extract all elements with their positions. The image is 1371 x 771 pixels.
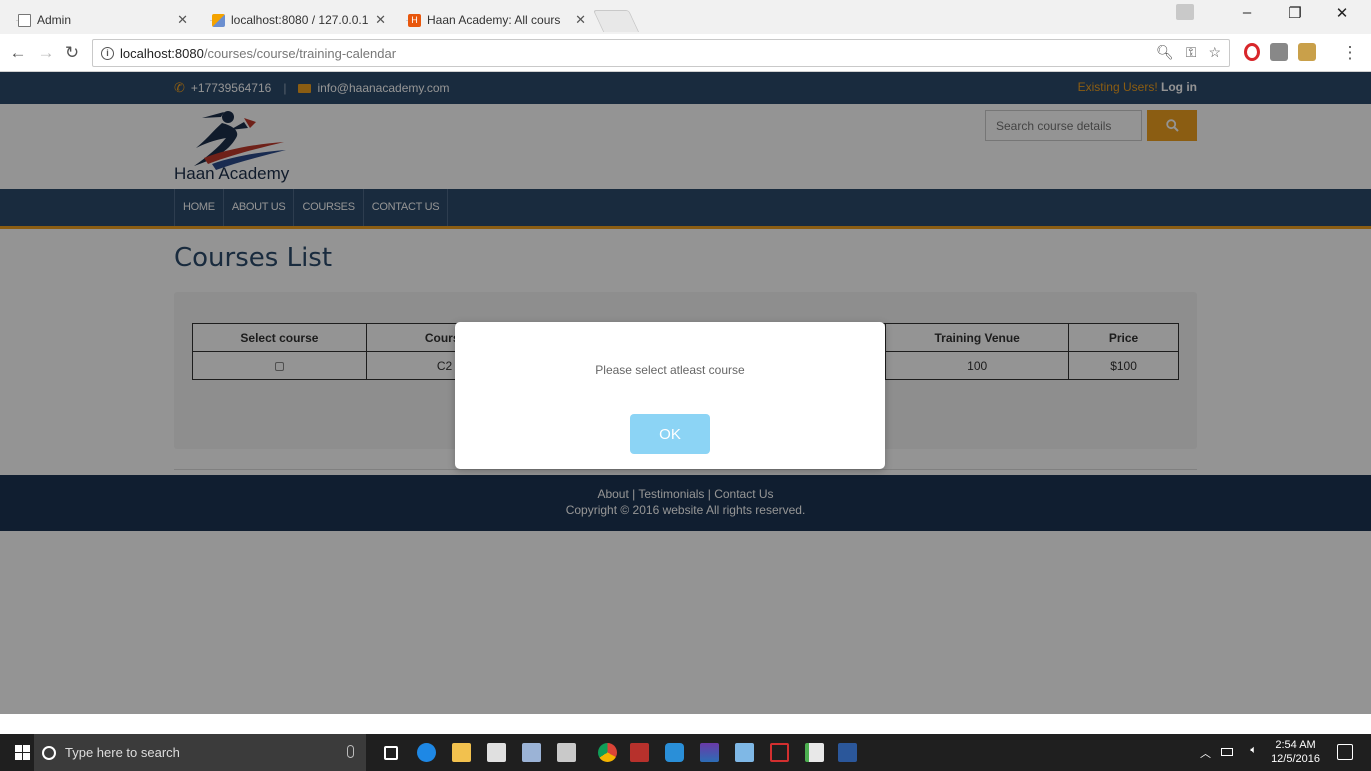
windows-taskbar: Type here to search ︿ 🔈︎ 2:54 AM 12/5/20… — [0, 734, 1371, 771]
store-icon[interactable] — [487, 743, 506, 762]
snipping-tool-icon[interactable] — [557, 743, 576, 762]
tab-haan-academy[interactable]: H Haan Academy: All cours ✕ — [392, 6, 596, 34]
winrar-icon[interactable] — [700, 743, 719, 762]
battery-icon[interactable] — [1221, 748, 1233, 756]
url-host: localhost:8080 — [120, 45, 204, 61]
close-icon[interactable]: ✕ — [575, 12, 586, 28]
phpmyadmin-icon — [212, 13, 225, 27]
chevron-up-icon[interactable]: ︿ — [1200, 745, 1211, 761]
close-window-icon[interactable]: ✕ — [1327, 4, 1357, 22]
browser-tabbar: Admin ✕ localhost:8080 / 127.0.0.1 ✕ H H… — [0, 0, 1371, 34]
taskbar-search-placeholder: Type here to search — [65, 745, 180, 760]
edge-icon[interactable] — [417, 743, 436, 762]
tab-title: Admin — [37, 13, 72, 27]
teamviewer-icon[interactable] — [665, 743, 684, 762]
notepad-icon[interactable] — [735, 743, 754, 762]
close-icon[interactable]: ✕ — [375, 12, 386, 28]
forward-icon[interactable]: → — [36, 43, 56, 63]
extension-icon[interactable] — [1298, 43, 1316, 61]
cortana-icon — [42, 745, 56, 760]
profile-icon[interactable] — [1176, 4, 1194, 20]
page-icon — [18, 13, 31, 27]
chrome-icon[interactable] — [598, 743, 617, 762]
ok-button[interactable]: OK — [630, 414, 710, 454]
zoom-icon[interactable]: 🔍︎ — [1156, 44, 1174, 61]
paint-icon[interactable] — [522, 743, 541, 762]
microphone-icon[interactable] — [347, 745, 354, 758]
opera-icon[interactable] — [1244, 43, 1260, 61]
bookmark-star-icon[interactable]: ☆ — [1208, 44, 1221, 61]
alert-message: Please select atleast course — [595, 363, 745, 377]
windows-start-icon[interactable] — [15, 745, 30, 760]
new-tab-button[interactable] — [592, 10, 640, 32]
editor-icon[interactable] — [805, 743, 824, 762]
menu-dots-icon[interactable]: ⋮ — [1340, 43, 1360, 63]
info-icon[interactable]: i — [101, 46, 114, 60]
extension-icon[interactable] — [1270, 43, 1288, 61]
filezilla-icon[interactable] — [630, 743, 649, 762]
task-view-icon[interactable] — [384, 746, 398, 760]
restore-icon[interactable]: ❐ — [1280, 4, 1310, 22]
address-bar[interactable]: i localhost:8080/courses/course/training… — [92, 39, 1230, 67]
key-icon[interactable]: ⚿ — [1186, 44, 1197, 61]
tab-title: localhost:8080 / 127.0.0.1 — [231, 13, 369, 27]
acrobat-icon[interactable] — [770, 743, 789, 762]
haan-favicon: H — [408, 13, 421, 27]
alert-dialog: Please select atleast course OK — [455, 322, 885, 469]
tab-phpmyadmin[interactable]: localhost:8080 / 127.0.0.1 ✕ — [196, 6, 396, 34]
tab-admin[interactable]: Admin ✕ — [2, 6, 198, 34]
url-path: /courses/course/training-calendar — [203, 45, 397, 61]
taskbar-search[interactable]: Type here to search — [34, 734, 366, 771]
reload-icon[interactable]: ↻ — [62, 43, 82, 63]
notifications-icon[interactable] — [1337, 744, 1353, 760]
tab-title: Haan Academy: All cours — [427, 13, 561, 27]
word-icon[interactable] — [838, 743, 857, 762]
volume-icon[interactable]: 🔈︎ — [1250, 744, 1257, 757]
browser-toolbar: ← → ↻ i localhost:8080/courses/course/tr… — [0, 34, 1371, 72]
back-icon[interactable]: ← — [8, 43, 28, 63]
clock-time: 2:54 AM — [1275, 739, 1316, 751]
taskbar-clock[interactable]: 2:54 AM 12/5/2016 — [1271, 738, 1320, 766]
clock-date: 12/5/2016 — [1271, 753, 1320, 765]
minimize-icon[interactable]: – — [1232, 4, 1262, 21]
close-icon[interactable]: ✕ — [177, 12, 188, 28]
file-explorer-icon[interactable] — [452, 743, 471, 762]
